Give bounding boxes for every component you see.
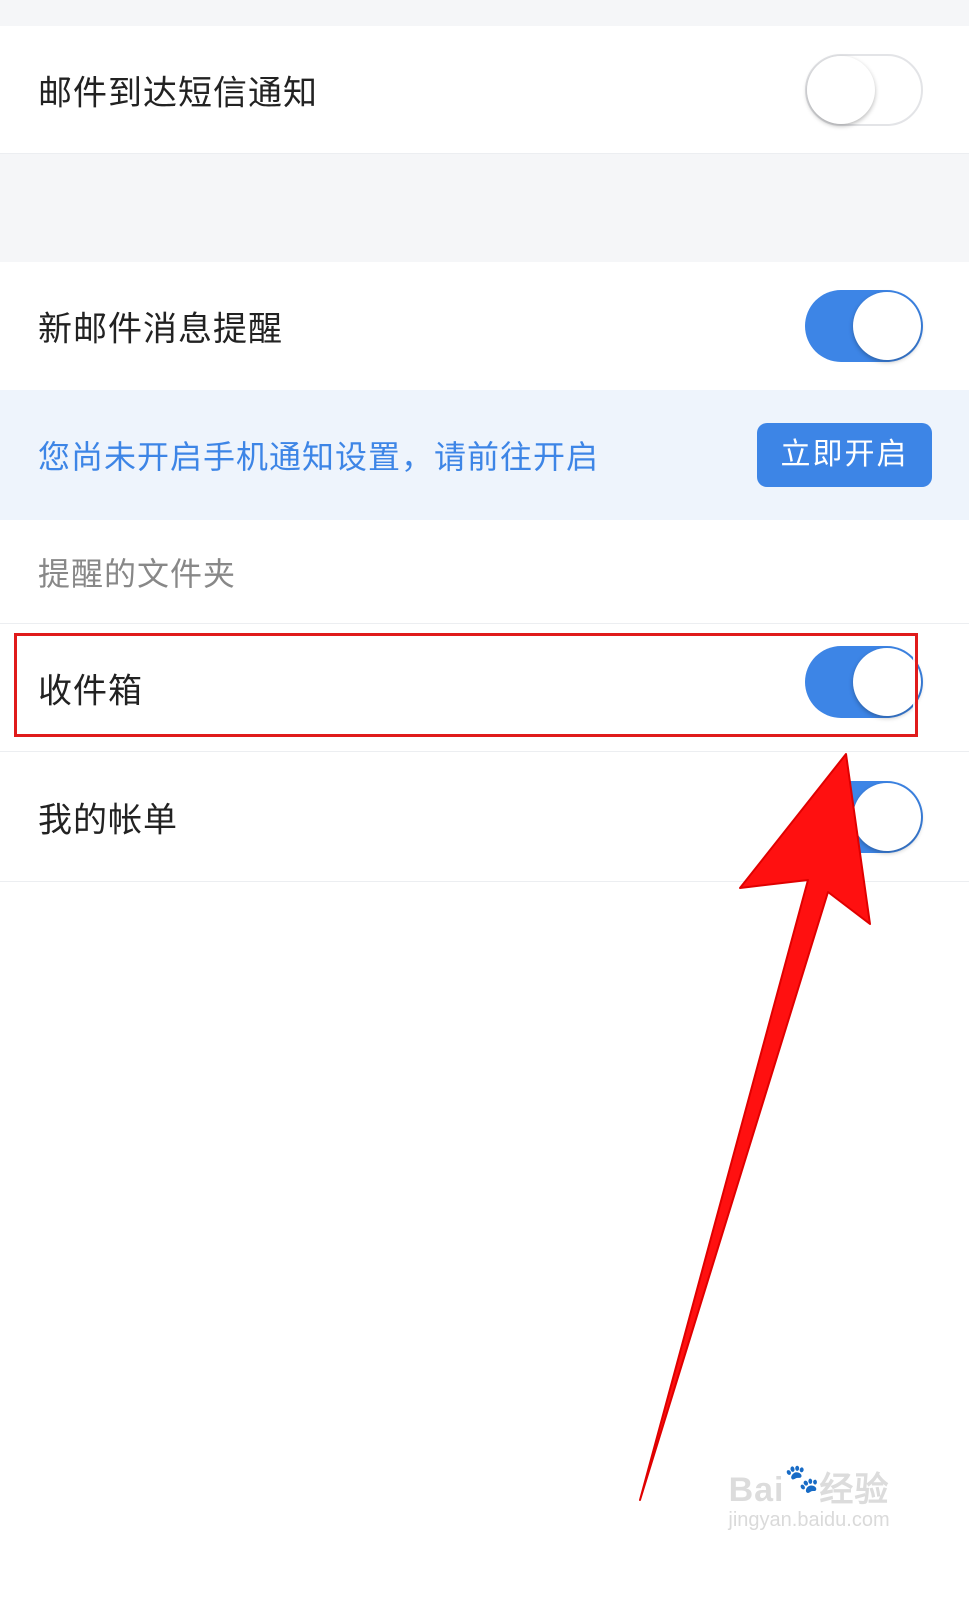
toggle-knob [807,55,875,124]
baidu-jingyan-watermark: Bai🐾经验 jingyan.baidu.com [719,1462,899,1552]
top-divider-strip [0,0,969,26]
my-bills-toggle[interactable] [805,780,923,853]
new-mail-alert-toggle[interactable] [805,290,923,362]
reminder-folders-header: 提醒的文件夹 [0,520,969,624]
folder-row-my-bills[interactable]: 我的帐单 [0,752,969,882]
new-mail-alert-label: 新邮件消息提醒 [38,309,283,350]
notice-text: 您尚未开启手机通知设置，请前往开启 [38,438,600,476]
section-gap [0,154,969,262]
toggle-knob [853,782,921,851]
inbox-toggle[interactable] [805,646,923,719]
toggle-knob [853,648,921,717]
folder-row-inbox[interactable]: 收件箱 [0,624,969,752]
watermark-brand-suffix: 经验 [819,1471,890,1509]
toggle-knob [853,292,921,360]
watermark-brand: Bai [728,1471,785,1509]
enable-now-button[interactable]: 立即开启 [757,423,932,487]
sms-notify-toggle[interactable] [805,53,923,126]
sms-notify-row[interactable]: 邮件到达短信通知 [0,26,969,154]
notification-permission-banner: 您尚未开启手机通知设置，请前往开启 立即开启 [0,390,969,520]
paw-icon: 🐾 [784,1462,820,1495]
folder-label-inbox: 收件箱 [38,671,143,711]
new-mail-alert-row[interactable]: 新邮件消息提醒 [0,262,969,390]
watermark-url: jingyan.baidu.com [728,1509,890,1531]
section-header-label: 提醒的文件夹 [38,554,237,593]
sms-notify-label: 邮件到达短信通知 [38,73,318,113]
folder-label-my-bills: 我的帐单 [38,800,178,840]
